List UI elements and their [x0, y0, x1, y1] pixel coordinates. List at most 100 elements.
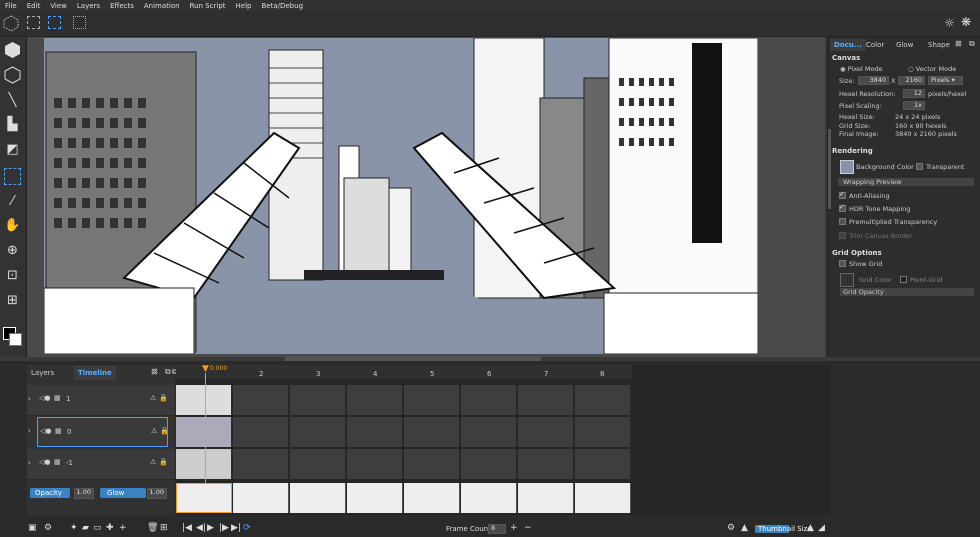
- effects-icon[interactable]: ✦: [70, 523, 78, 533]
- grid-color-swatch[interactable]: [840, 273, 854, 287]
- timeline-cell[interactable]: [575, 449, 631, 479]
- hand-pan-icon[interactable]: ✋: [4, 217, 21, 234]
- menu-effects[interactable]: Effects: [105, 2, 139, 10]
- timeline-cell[interactable]: [290, 449, 346, 479]
- point-grid-checkbox[interactable]: [900, 276, 907, 283]
- tab-shape[interactable]: Shape: [924, 39, 954, 51]
- line-tool-icon[interactable]: ╲: [4, 92, 21, 109]
- duplicate-icon[interactable]: ▭: [93, 523, 102, 533]
- timeline-cell[interactable]: [518, 385, 574, 415]
- timeline-cell[interactable]: [347, 385, 403, 415]
- panel-close-icon[interactable]: ⊠: [955, 39, 962, 48]
- frame-count-decrement-icon[interactable]: −: [524, 523, 532, 533]
- menu-help[interactable]: Help: [231, 2, 257, 10]
- timeline-cell[interactable]: [575, 385, 631, 415]
- secondary-color-swatch[interactable]: [9, 333, 22, 346]
- hexel-resolution-input[interactable]: 12: [903, 89, 925, 98]
- crop-icon[interactable]: ⊞: [4, 292, 21, 309]
- anti-aliasing-checkbox[interactable]: [839, 190, 846, 199]
- visibility-icon[interactable]: ◁●: [40, 427, 52, 435]
- timeline-cell[interactable]: [176, 417, 232, 447]
- timeline-cell[interactable]: [233, 449, 289, 479]
- select-region-icon[interactable]: [27, 16, 40, 29]
- timeline-cell[interactable]: [290, 417, 346, 447]
- glow-value[interactable]: 1.00: [147, 488, 167, 499]
- alpha-lock-icon[interactable]: ⚠: [151, 427, 157, 435]
- vector-mode-radio[interactable]: ○ Vector Mode: [908, 65, 956, 73]
- loop-icon[interactable]: ⟳: [243, 523, 251, 533]
- next-frame-icon[interactable]: |▶: [219, 523, 229, 533]
- fill-bucket-icon[interactable]: ▙: [4, 116, 21, 133]
- menu-layers[interactable]: Layers: [72, 2, 105, 10]
- frame-thumbnail[interactable]: [575, 483, 631, 513]
- menu-run-script[interactable]: Run Script: [185, 2, 231, 10]
- visibility-icon[interactable]: ◁●: [39, 458, 51, 466]
- menu-edit[interactable]: Edit: [22, 2, 46, 10]
- alpha-lock-icon[interactable]: ⚠: [150, 458, 156, 466]
- menu-file[interactable]: File: [0, 2, 22, 10]
- new-layer-icon[interactable]: ▣: [28, 523, 37, 533]
- tab-glow[interactable]: Glow: [892, 39, 917, 51]
- hexagon-select-icon[interactable]: [3, 15, 19, 32]
- move-select-icon[interactable]: [73, 16, 86, 29]
- tab-document[interactable]: Docu...: [830, 39, 866, 51]
- expand-chevron-icon[interactable]: ›: [28, 395, 31, 403]
- rect-select-tool-icon[interactable]: [4, 168, 21, 185]
- lock-icon[interactable]: 🔒: [159, 394, 168, 402]
- opacity-value[interactable]: 1.00: [74, 488, 94, 499]
- timeline-cell[interactable]: [233, 417, 289, 447]
- expand-chevron-icon[interactable]: ›: [28, 427, 31, 435]
- timeline-cell[interactable]: [518, 449, 574, 479]
- timeline-cell[interactable]: [176, 385, 232, 415]
- horizontal-scrollbar[interactable]: [285, 357, 541, 361]
- frame-thumbnail[interactable]: [347, 483, 403, 513]
- show-grid-checkbox[interactable]: [839, 260, 846, 267]
- expand-icon[interactable]: ⊞: [160, 523, 168, 533]
- timeline-cell[interactable]: [461, 449, 517, 479]
- frame-count-input[interactable]: 8: [488, 524, 506, 534]
- thumbnail-large-icon[interactable]: ▲: [807, 523, 814, 533]
- add-layer-icon[interactable]: +: [119, 523, 127, 533]
- layer-row[interactable]: ◁● ▦ 0 ⚠ 🔒: [37, 417, 169, 447]
- lock-icon[interactable]: 🔒: [159, 458, 168, 466]
- frame-count-increment-icon[interactable]: +: [510, 523, 518, 533]
- thumbnail-small-icon[interactable]: ▲: [741, 523, 748, 533]
- lock-icon[interactable]: 🔒: [160, 427, 169, 435]
- panel-float-icon[interactable]: ⧉: [969, 39, 975, 49]
- hexagon-outline-icon[interactable]: [4, 66, 21, 84]
- delete-icon[interactable]: 🗑: [147, 523, 158, 533]
- timeline-cell[interactable]: [233, 385, 289, 415]
- timeline-cell[interactable]: [347, 417, 403, 447]
- timeline-cell[interactable]: [404, 385, 460, 415]
- first-frame-icon[interactable]: |◀: [182, 523, 192, 533]
- width-input[interactable]: 3840: [858, 76, 889, 85]
- pixel-mode-radio[interactable]: ◉ Pixel Mode: [840, 65, 883, 73]
- trim-border-checkbox[interactable]: [839, 232, 846, 239]
- grid-toggle-icon[interactable]: ❋: [961, 15, 971, 29]
- expand-chevron-icon[interactable]: ›: [28, 459, 31, 467]
- eyedropper-icon[interactable]: ⁄: [4, 193, 21, 210]
- frame-thumbnail[interactable]: [176, 483, 232, 513]
- size-unit-select[interactable]: Pixels ▾: [928, 76, 963, 85]
- hdr-checkbox[interactable]: [839, 203, 846, 212]
- timeline-cell[interactable]: [461, 385, 517, 415]
- frame-thumbnail[interactable]: [233, 483, 289, 513]
- layers-close-icon[interactable]: ⊠: [151, 367, 158, 376]
- rect-select-icon[interactable]: [48, 16, 61, 29]
- timeline-cell[interactable]: [575, 417, 631, 447]
- eraser-icon[interactable]: ◩: [4, 141, 21, 158]
- frame-thumbnail[interactable]: [461, 483, 517, 513]
- play-icon[interactable]: ▶: [207, 523, 214, 533]
- background-color-swatch[interactable]: [840, 160, 854, 174]
- premultiplied-checkbox[interactable]: [839, 218, 846, 225]
- new-folder-icon[interactable]: ▰: [82, 523, 89, 533]
- menu-view[interactable]: View: [45, 2, 72, 10]
- transparent-checkbox[interactable]: [916, 163, 923, 170]
- brightness-icon[interactable]: ☼: [944, 16, 955, 30]
- timeline-cell[interactable]: [347, 449, 403, 479]
- layers-float-icon[interactable]: ⧉: [165, 367, 171, 377]
- layer-row[interactable]: › ◁● ▦ 1 ⚠ 🔒: [27, 385, 175, 416]
- frame-thumbnail[interactable]: [290, 483, 346, 513]
- alpha-lock-icon[interactable]: ⚠: [150, 394, 156, 402]
- timeline-cell[interactable]: [404, 449, 460, 479]
